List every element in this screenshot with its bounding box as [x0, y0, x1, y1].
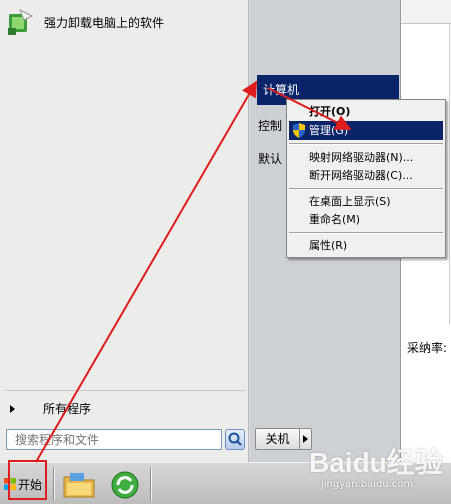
- menu-separator: [289, 188, 443, 190]
- shutdown-button[interactable]: 关机: [255, 428, 300, 450]
- taskbar-divider: [53, 467, 55, 501]
- all-programs-button[interactable]: 所有程序: [4, 390, 246, 426]
- menu-item-manage-label: 管理(G): [309, 124, 349, 137]
- refresh-app-icon[interactable]: [107, 469, 143, 501]
- menu-item-disconnect-network-drive[interactable]: 断开网络驱动器(C)...: [289, 166, 443, 185]
- pinned-program-uninstaller[interactable]: 强力卸载电脑上的软件: [6, 6, 242, 38]
- expand-arrow-icon: [10, 404, 15, 413]
- menu-item-properties[interactable]: 属性(R): [289, 236, 443, 255]
- watermark-url: jingyan.baidu.com: [321, 479, 414, 490]
- context-menu: 打开(O) 管理(G) 映射网络驱动器(N)... 断开网络驱动器(C)... …: [286, 99, 446, 258]
- right-item-control-panel[interactable]: 控制: [258, 115, 282, 137]
- watermark-brand: Baidu经验: [309, 447, 443, 478]
- adoption-rate-label: 采纳率:: [407, 341, 448, 355]
- explorer-folder-icon[interactable]: [61, 469, 97, 501]
- menu-item-show-on-desktop[interactable]: 在桌面上显示(S): [289, 192, 443, 211]
- background-window-toolbar: [401, 0, 451, 24]
- search-icon: [228, 432, 242, 446]
- search-button[interactable]: [225, 429, 245, 450]
- watermark-logo: Baidu经验 jingyan.baidu.com: [309, 441, 449, 499]
- menu-separator: [289, 232, 443, 234]
- start-menu-left-pane: 强力卸载电脑上的软件 所有程序: [0, 0, 249, 462]
- uninstaller-icon: [6, 8, 34, 36]
- menu-separator: [289, 143, 443, 145]
- menu-item-open[interactable]: 打开(O): [289, 102, 443, 121]
- taskbar-divider: [150, 467, 152, 501]
- search-input[interactable]: [6, 429, 222, 450]
- pinned-program-label: 强力卸载电脑上的软件: [44, 15, 165, 30]
- annotation-highlight-box: [8, 460, 47, 500]
- uac-shield-icon: [292, 123, 306, 138]
- menu-item-map-network-drive[interactable]: 映射网络驱动器(N)...: [289, 148, 443, 167]
- all-programs-label: 所有程序: [43, 402, 92, 416]
- right-item-default-programs[interactable]: 默认: [258, 148, 282, 170]
- menu-item-manage[interactable]: 管理(G): [289, 121, 443, 140]
- menu-item-rename[interactable]: 重命名(M): [289, 210, 443, 229]
